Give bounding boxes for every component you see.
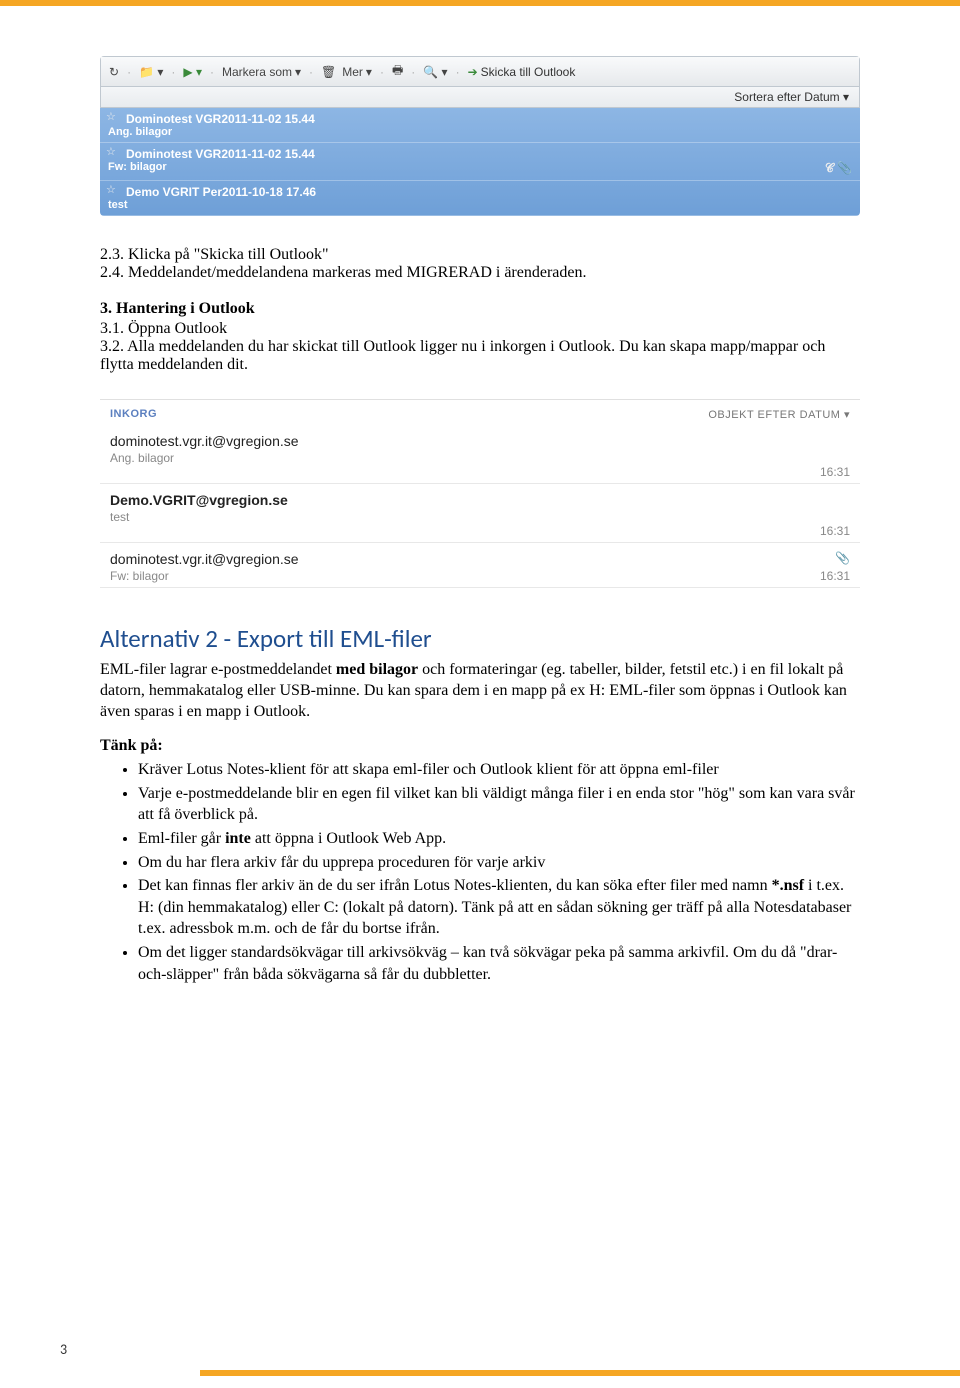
alt2-paragraph: EML-filer lagrar e-postmeddelandet med b… (100, 660, 860, 722)
inbox-time: 16:31 (820, 524, 850, 538)
heading-3: 3. Hantering i Outlook (100, 300, 860, 318)
step-3-1: 3.1. Öppna Outlook (100, 320, 860, 338)
lotus-notes-screenshot: ↻ · 📁 ▾ · ▶ ▾ · Markera som ▾ · 🗑 Mer ▾ … (100, 56, 860, 216)
trash-icon[interactable]: 🗑 (321, 65, 336, 79)
inbox-time: 16:31 (820, 465, 850, 479)
message-subject: test (108, 199, 128, 211)
message-from: Dominotest VGR2011-11-02 15.44 (100, 145, 860, 161)
step-2-4: 2.4. Meddelandet/meddelandena markeras m… (100, 264, 860, 282)
message-from: Demo VGRIT Per2011-10-18 17.46 (100, 183, 860, 199)
attachment-follow-icons: 𝒞 📎 (825, 161, 852, 176)
list-item: Det kan finnas fler arkiv än de du ser i… (138, 875, 860, 940)
list-item: Kräver Lotus Notes-klient för att skapa … (138, 759, 860, 781)
lotus-toolbar: ↻ · 📁 ▾ · ▶ ▾ · Markera som ▾ · 🗑 Mer ▾ … (100, 56, 860, 87)
inbox-from: dominotest.vgr.it@vgregion.se (110, 551, 299, 567)
inbox-row[interactable]: dominotest.vgr.it@vgregion.se Ang. bilag… (100, 425, 860, 484)
list-item: Om det ligger standardsökvägar till arki… (138, 942, 860, 985)
step-3-2: 3.2. Alla meddelanden du har skickat til… (100, 338, 860, 374)
bottom-accent-bar (200, 1370, 960, 1376)
outlook-inbox-screenshot: INKORG OBJEKT EFTER DATUM ▾ dominotest.v… (100, 399, 860, 588)
alternative-2-heading: Alternativ 2 - Export till EML-filer (100, 623, 860, 654)
inbox-time: 16:31 (820, 569, 850, 583)
list-item: Eml-filer går inte att öppna i Outlook W… (138, 828, 860, 850)
inbox-sort[interactable]: OBJEKT EFTER DATUM ▾ (708, 408, 850, 421)
message-subject: Fw: bilagor (108, 161, 167, 176)
inbox-header: INKORG OBJEKT EFTER DATUM ▾ (100, 400, 860, 425)
attachment-icon: 📎 (820, 551, 850, 565)
inbox-subject: Fw: bilagor (110, 569, 299, 583)
folder-icon[interactable]: 📁 ▾ (139, 65, 163, 79)
sort-bar[interactable]: Sortera efter Datum ▾ (100, 87, 860, 108)
star-icon[interactable]: ☆ (106, 145, 116, 158)
flag-icon[interactable]: ▶ ▾ (183, 65, 202, 79)
star-icon[interactable]: ☆ (106, 183, 116, 196)
list-item: Om du har flera arkiv får du upprepa pro… (138, 852, 860, 874)
message-row[interactable]: ☆ Demo VGRIT Per2011-10-18 17.46 test (100, 181, 860, 216)
more-button[interactable]: Mer ▾ (342, 65, 372, 79)
inbox-title: INKORG (110, 408, 157, 421)
message-row[interactable]: ☆ Dominotest VGR2011-11-02 15.44 Fw: bil… (100, 143, 860, 181)
refresh-icon[interactable]: ↻ (109, 65, 119, 79)
inbox-row[interactable]: dominotest.vgr.it@vgregion.se Fw: bilago… (100, 543, 860, 588)
page-number: 3 (60, 1341, 67, 1358)
star-icon[interactable]: ☆ (106, 110, 116, 123)
step-2-3: 2.3. Klicka på "Skicka till Outlook" (100, 246, 860, 264)
inbox-from: Demo.VGRIT@vgregion.se (110, 492, 288, 508)
message-list: ☆ Dominotest VGR2011-11-02 15.44 Ang. bi… (100, 108, 860, 216)
inbox-subject: Ang. bilagor (110, 451, 299, 465)
message-row[interactable]: ☆ Dominotest VGR2011-11-02 15.44 Ang. bi… (100, 108, 860, 143)
message-subject: Ang. bilagor (108, 126, 172, 138)
message-from: Dominotest VGR2011-11-02 15.44 (100, 110, 860, 126)
print-icon[interactable]: 🖶 (392, 61, 403, 82)
inbox-from: dominotest.vgr.it@vgregion.se (110, 433, 299, 449)
list-item: Varje e-postmeddelande blir en egen fil … (138, 783, 860, 826)
inbox-subject: test (110, 510, 288, 524)
think-about-heading: Tänk på: (100, 736, 860, 757)
sort-label: Sortera efter Datum (734, 90, 839, 104)
bullet-list: Kräver Lotus Notes-klient för att skapa … (138, 759, 860, 985)
mark-as-button[interactable]: Markera som ▾ (222, 65, 301, 79)
search-icon[interactable]: 🔍 ▾ (423, 65, 447, 79)
send-to-outlook-button[interactable]: ➔ Skicka till Outlook (468, 65, 576, 79)
inbox-row[interactable]: Demo.VGRIT@vgregion.se test 16:31 (100, 484, 860, 543)
